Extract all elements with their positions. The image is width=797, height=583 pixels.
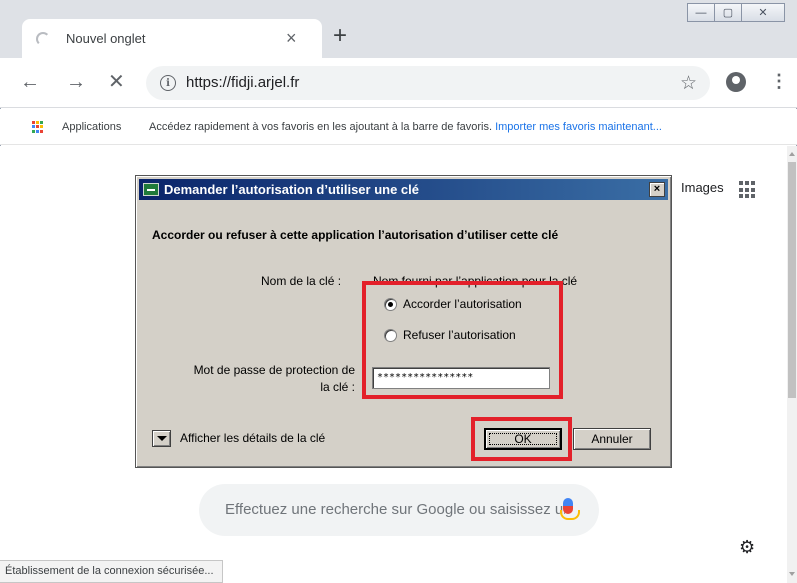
- import-bookmarks-link[interactable]: Importer mes favoris maintenant...: [495, 121, 662, 133]
- close-icon: ✕: [758, 7, 768, 19]
- status-bubble: Établissement de la connexion sécurisée.…: [0, 560, 223, 583]
- scrollbar-thumb[interactable]: [788, 162, 796, 398]
- dialog-heading: Accorder ou refuser à cette application …: [152, 228, 559, 242]
- site-info-icon[interactable]: i: [160, 75, 176, 91]
- google-apps-icon[interactable]: [739, 181, 757, 199]
- tab-strip: Nouvel onglet × + — ▢ ✕: [0, 0, 797, 59]
- apps-grid-dot: [40, 121, 43, 124]
- new-tab-button[interactable]: +: [333, 24, 347, 48]
- password-label: Mot de passe de protection de la clé :: [155, 362, 355, 396]
- url-text[interactable]: https://fidji.arjel.fr: [186, 74, 299, 91]
- bookmarks-hint: Accédez rapidement à vos favoris en les …: [149, 121, 662, 133]
- settings-gear-icon[interactable]: ⚙: [739, 537, 755, 558]
- maximize-button[interactable]: ▢: [714, 3, 742, 22]
- browser-toolbar: ← → ✕ i https://fidji.arjel.fr ☆ ⋮: [0, 58, 797, 108]
- password-label-line1: Mot de passe de protection de: [193, 363, 355, 377]
- loading-spinner-icon: [36, 32, 50, 46]
- bookmark-applications[interactable]: Applications: [62, 121, 121, 133]
- scroll-up-arrow-icon[interactable]: [789, 152, 795, 156]
- show-details-label[interactable]: Afficher les détails de la clé: [180, 431, 325, 445]
- apps-grid-dot: [36, 121, 39, 124]
- key-app-icon: [143, 183, 159, 196]
- bookmark-star-icon[interactable]: ☆: [680, 72, 697, 95]
- bookmarks-bar: Applications Accédez rapidement à vos fa…: [0, 109, 797, 145]
- apps-grid-dot: [40, 129, 43, 133]
- tab-nouvel-onglet[interactable]: Nouvel onglet ×: [22, 19, 322, 59]
- apps-grid-icon[interactable]: [32, 121, 44, 133]
- apps-grid-dot: [36, 125, 39, 129]
- google-images-link[interactable]: Images: [681, 180, 724, 195]
- cancel-button[interactable]: Annuler: [573, 428, 651, 450]
- menu-kebab-icon[interactable]: ⋮: [770, 71, 788, 92]
- maximize-icon: ▢: [722, 7, 734, 19]
- apps-grid-dot: [32, 129, 35, 133]
- minimize-icon: —: [695, 6, 707, 19]
- tab-close-icon[interactable]: ×: [286, 28, 297, 49]
- tab-title: Nouvel onglet: [66, 31, 146, 46]
- show-details-toggle[interactable]: [152, 430, 171, 447]
- dialog-close-button[interactable]: ×: [649, 182, 665, 197]
- dialog-title: Demander l’autorisation d’utiliser une c…: [164, 182, 420, 197]
- dialog-titlebar[interactable]: Demander l’autorisation d’utiliser une c…: [139, 179, 668, 200]
- close-icon: ×: [653, 183, 661, 195]
- forward-arrow-icon[interactable]: →: [66, 72, 86, 92]
- apps-grid-dot: [40, 125, 43, 129]
- highlight-authorization-options: [362, 281, 563, 399]
- minimize-button[interactable]: —: [687, 3, 715, 22]
- bookmarks-hint-text: Accédez rapidement à vos favoris en les …: [149, 121, 496, 133]
- apps-grid-dot: [36, 129, 39, 133]
- key-name-label: Nom de la clé :: [261, 274, 342, 288]
- window-controls: — ▢ ✕: [687, 3, 785, 25]
- account-avatar-icon[interactable]: [726, 72, 746, 92]
- google-search-box[interactable]: Effectuez une recherche sur Google ou sa…: [199, 484, 599, 536]
- stop-loading-icon[interactable]: ✕: [108, 72, 125, 92]
- highlight-ok-button: [471, 417, 572, 461]
- scroll-down-arrow-icon[interactable]: [789, 572, 795, 576]
- microphone-icon[interactable]: [560, 498, 580, 520]
- window-close-button[interactable]: ✕: [741, 3, 785, 22]
- search-placeholder: Effectuez une recherche sur Google ou sa…: [225, 501, 565, 518]
- password-label-line2: la clé :: [320, 380, 355, 394]
- apps-grid-dot: [32, 125, 35, 129]
- apps-grid-dot: [32, 121, 35, 124]
- address-bar[interactable]: i https://fidji.arjel.fr ☆: [146, 66, 710, 100]
- back-arrow-icon[interactable]: ←: [20, 72, 40, 92]
